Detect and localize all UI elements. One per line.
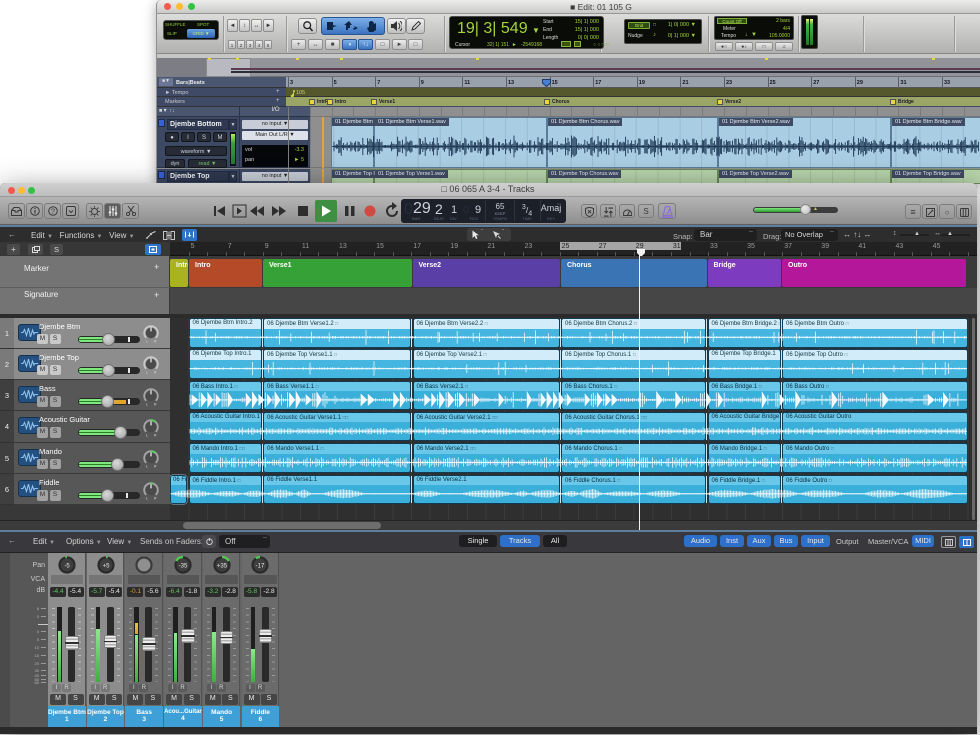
svg-text:R: R — [154, 402, 157, 406]
svg-text:L: L — [146, 433, 148, 437]
svg-text:+35: +35 — [217, 564, 228, 570]
svg-text:R: R — [154, 340, 157, 344]
svg-text:-5: -5 — [64, 564, 70, 570]
svg-text:R: R — [154, 496, 157, 500]
svg-text:L: L — [146, 371, 148, 375]
svg-text:R: R — [154, 371, 157, 375]
svg-text:L: L — [146, 340, 148, 344]
svg-text:-35: -35 — [179, 564, 188, 570]
svg-text:L: L — [146, 465, 148, 469]
svg-text:-17: -17 — [256, 564, 265, 570]
svg-text:+5: +5 — [102, 564, 110, 570]
svg-text:R: R — [154, 433, 157, 437]
svg-text:L: L — [146, 496, 148, 500]
svg-text:L: L — [146, 402, 148, 406]
svg-text:R: R — [154, 465, 157, 469]
